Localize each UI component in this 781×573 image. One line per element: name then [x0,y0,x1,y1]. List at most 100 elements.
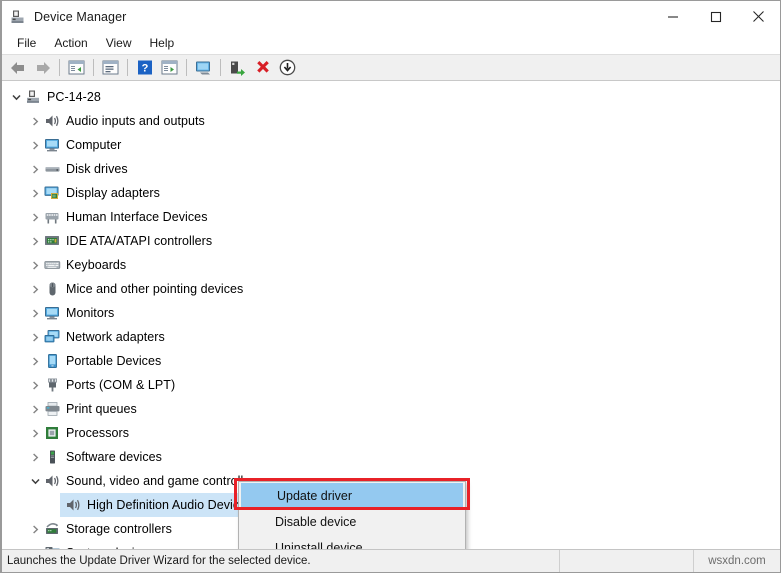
back-icon[interactable] [5,56,30,79]
maximize-icon[interactable] [694,1,737,32]
forward-icon[interactable] [30,56,55,79]
chevron-right-icon[interactable] [27,325,43,349]
tree-row-root[interactable]: PC-14-28 [2,85,780,109]
chevron-right-icon[interactable] [27,157,43,181]
tree-row-portable-devices[interactable]: Portable Devices [2,349,780,373]
tree-label: Portable Devices [66,354,162,368]
tree-row-display-adapters[interactable]: Display adapters [2,181,780,205]
tree-row-software-devices[interactable]: Software devices [2,445,780,469]
chevron-down-icon[interactable] [27,469,43,493]
update-driver-icon[interactable] [225,56,250,79]
chevron-right-icon[interactable] [27,277,43,301]
chevron-right-icon[interactable] [27,445,43,469]
printer-icon [43,400,61,418]
chevron-right-icon[interactable] [27,421,43,445]
tree-row-computer[interactable]: Computer [2,133,780,157]
tree-row-ports-com-and-lpt[interactable]: Ports (COM & LPT) [2,373,780,397]
device-tree[interactable]: PC-14-28 Audio inputs and outputs Comput… [2,81,780,549]
monitor-icon[interactable] [191,56,216,79]
tree-label: Processors [66,426,130,440]
context-menu-item-disable-device[interactable]: Disable device [239,509,465,535]
port-icon [43,376,61,394]
chevron-right-icon[interactable] [27,253,43,277]
context-menu-label: Uninstall device [275,541,363,549]
watermark: wsxdn.com [708,555,766,567]
monitor-icon [43,304,61,322]
window-controls [651,1,780,32]
chevron-right-icon[interactable] [27,181,43,205]
chevron-right-icon[interactable] [27,397,43,421]
chevron-right-icon[interactable] [27,541,43,549]
menu-bar: File Action View Help [2,32,780,54]
speaker-icon [64,496,82,514]
help-icon[interactable]: ? [132,56,157,79]
context-menu-item-uninstall-device[interactable]: Uninstall device [239,535,465,549]
tree-label: Display adapters [66,186,160,200]
menu-help[interactable]: Help [141,34,184,53]
tree-label: Monitors [66,306,115,320]
ide-controller-icon [43,232,61,250]
tree-label: Network adapters [66,330,165,344]
chevron-right-icon[interactable] [27,517,43,541]
menu-view[interactable]: View [97,34,141,53]
chevron-right-icon[interactable] [27,373,43,397]
system-device-icon [43,544,61,549]
svg-text:?: ? [141,63,148,75]
tree-label: Print queues [66,402,137,416]
chevron-right-icon[interactable] [27,349,43,373]
close-icon[interactable] [737,1,780,32]
tree-label: IDE ATA/ATAPI controllers [66,234,213,248]
tree-label: PC-14-28 [47,90,101,104]
tree-label: Software devices [66,450,162,464]
chevron-right-icon[interactable] [27,301,43,325]
tree-row-monitors[interactable]: Monitors [2,301,780,325]
tree-row-processors[interactable]: Processors [2,421,780,445]
keyboard-icon [43,256,61,274]
computer-icon [10,9,26,25]
processor-icon [43,424,61,442]
chevron-right-icon[interactable] [27,133,43,157]
disk-drive-icon [43,160,61,178]
toolbar-separator [127,59,128,76]
properties-icon[interactable] [98,56,123,79]
menu-action[interactable]: Action [45,34,96,53]
tree-row-ide-ata-atapi-controllers[interactable]: IDE ATA/ATAPI controllers [2,229,780,253]
disable-device-icon[interactable] [275,56,300,79]
tree-label: Disk drives [66,162,128,176]
chevron-down-icon[interactable] [8,85,24,109]
tree-row-human-interface-devices[interactable]: Human Interface Devices [2,205,780,229]
tree-row-keyboards[interactable]: Keyboards [2,253,780,277]
chevron-right-icon[interactable] [27,205,43,229]
menu-file[interactable]: File [8,34,45,53]
tree-label: Computer [66,138,122,152]
show-hide-console-tree-icon[interactable] [64,56,89,79]
uninstall-device-icon[interactable] [250,56,275,79]
chevron-right-icon[interactable] [27,229,43,253]
tree-row-network-adapters[interactable]: Network adapters [2,325,780,349]
mouse-icon [43,280,61,298]
title-bar: Device Manager [2,1,780,32]
tree-label: Ports (COM & LPT) [66,378,176,392]
chevron-right-icon[interactable] [27,109,43,133]
tree-row-print-queues[interactable]: Print queues [2,397,780,421]
minimize-icon[interactable] [651,1,694,32]
software-device-icon [43,448,61,466]
tree-label: Storage controllers [66,522,172,536]
toolbar-separator [186,59,187,76]
context-menu-label: Disable device [275,515,357,529]
toolbar-separator [93,59,94,76]
context-menu-item-update-driver[interactable]: Update driver [241,483,463,509]
speaker-icon [43,112,61,130]
tree-row-audio-inputs-and-outputs[interactable]: Audio inputs and outputs [2,109,780,133]
toolbar-separator [59,59,60,76]
context-menu[interactable]: Update driver Disable device Uninstall d… [238,481,466,549]
tree-row-disk-drives[interactable]: Disk drives [2,157,780,181]
status-bar: Launches the Update Driver Wizard for th… [2,549,780,572]
scan-for-hardware-changes-icon[interactable] [157,56,182,79]
tree-label: Mice and other pointing devices [66,282,244,296]
toolbar: ? [2,54,780,81]
tree-row-mice-and-other-pointing-devices[interactable]: Mice and other pointing devices [2,277,780,301]
tree-label: Sound, video and game controllers [66,474,261,488]
storage-controller-icon [43,520,61,538]
computer-icon [24,88,42,106]
